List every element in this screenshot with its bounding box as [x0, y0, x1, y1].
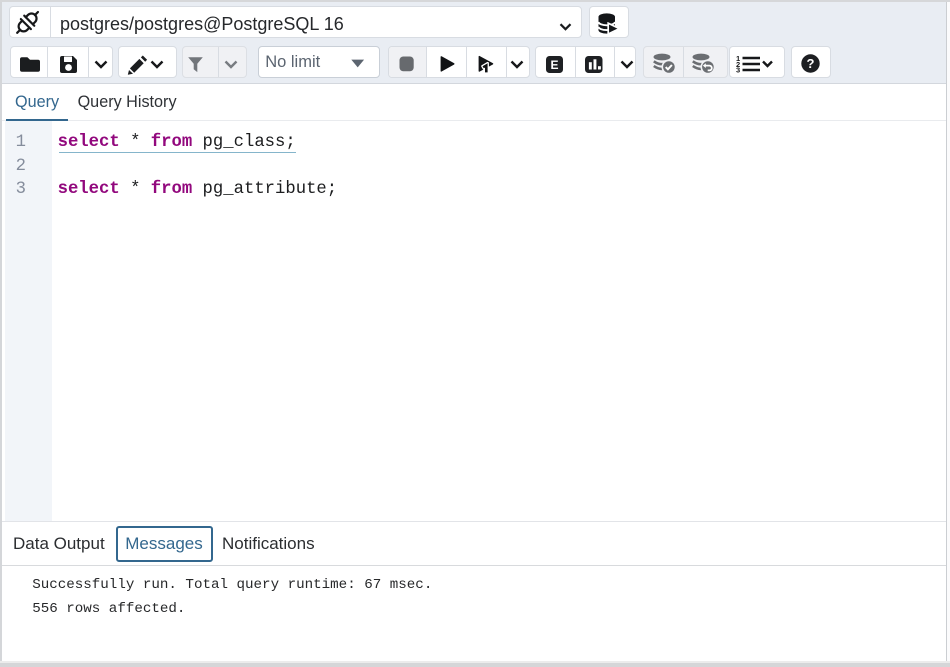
svg-text:E: E — [551, 58, 559, 72]
svg-text:3: 3 — [736, 66, 740, 74]
svg-text:?: ? — [807, 56, 815, 71]
